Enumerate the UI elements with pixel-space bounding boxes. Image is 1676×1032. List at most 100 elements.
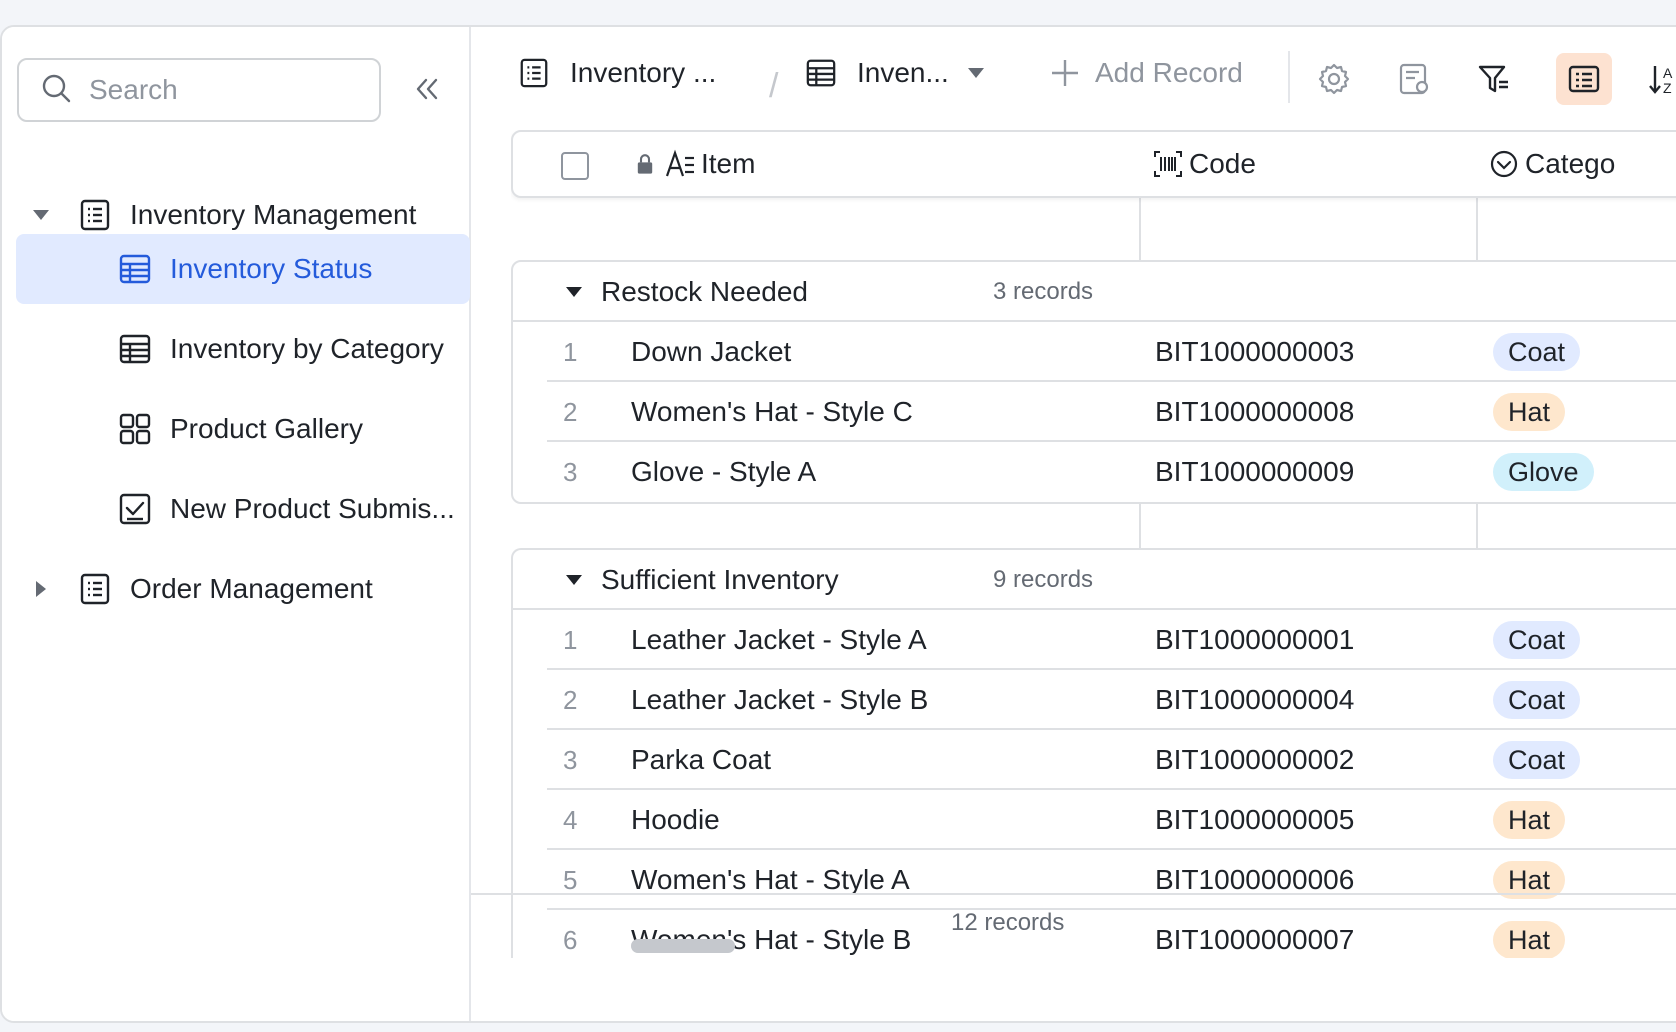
single-select-icon [1489,149,1519,179]
collapse-sidebar-button[interactable] [407,69,447,109]
breadcrumb-separator: / [769,67,779,105]
table-row[interactable]: 2 Women's Hat - Style C BIT1000000008 Hat [513,382,1676,442]
item-cell[interactable]: Hoodie [631,790,720,850]
category-tag[interactable]: Hat [1493,921,1566,958]
item-cell[interactable]: Leather Jacket - Style A [631,610,927,670]
code-cell[interactable]: BIT1000000006 [1155,850,1354,910]
table-row[interactable]: 3 Glove - Style A BIT1000000009 Glove [513,442,1676,502]
sidebar-item-new-product-submission[interactable]: New Product Submis... [118,474,455,544]
toolbar: Inventory ... / Inven... Add Record A Z [471,27,1676,127]
sidebar-item-inventory-by-category[interactable]: Inventory by Category [118,314,444,384]
filter-button[interactable] [1466,53,1522,105]
table-row[interactable]: 5 Women's Hat - Style A BIT1000000006 Hat [513,850,1676,910]
category-tag[interactable]: Hat [1493,801,1566,839]
row-number: 2 [563,684,578,715]
group-title: Restock Needed [601,276,809,307]
barcode-icon [1153,149,1183,179]
category-tag[interactable]: Coat [1493,621,1581,659]
toolbar-divider [1288,51,1290,103]
svg-text:A: A [1663,65,1673,81]
category-tag[interactable]: Glove [1493,453,1594,491]
sidebar-item-label: Inventory Management [130,199,417,230]
horizontal-scrollbar[interactable] [631,939,735,953]
table-row[interactable]: 1 Leather Jacket - Style A BIT1000000001 Co… [513,610,1676,670]
table-icon [118,252,152,286]
item-cell[interactable]: Women's Hat - Style C [631,382,913,442]
column-label: Item [701,148,756,179]
sidebar-item-label: Inventory by Category [170,333,444,364]
category-tag[interactable]: Hat [1493,393,1566,431]
search-icon [41,73,71,108]
form-settings-button[interactable] [1386,53,1442,105]
text-field-icon [665,149,695,179]
sidebar-item-product-gallery[interactable]: Product Gallery [118,394,363,464]
code-cell[interactable]: BIT1000000004 [1155,670,1354,730]
view-selector[interactable]: Inven... [805,57,985,89]
group-button[interactable] [1556,53,1612,105]
row-number: 3 [563,744,578,775]
group-rows: 1 Leather Jacket - Style A BIT1000000001 Co… [513,610,1676,958]
caret-down-icon[interactable] [565,574,583,586]
row-number: 6 [563,924,578,955]
settings-button[interactable] [1306,53,1362,105]
column-header-category[interactable]: Catego [1489,132,1615,196]
caret-down-icon[interactable] [30,209,52,221]
table-row[interactable]: 4 Hoodie BIT1000000005 Hat [513,790,1676,850]
form-check-icon [118,492,152,526]
table-row[interactable]: 1 Down Jacket BIT1000000003 Coat [513,322,1676,382]
code-cell[interactable]: BIT1000000007 [1155,910,1354,958]
sort-button[interactable]: AZ [1636,53,1676,105]
gear-icon [1318,63,1350,95]
item-cell[interactable]: Glove - Style A [631,442,816,502]
table-row[interactable]: 2 Leather Jacket - Style B BIT1000000004 Co… [513,670,1676,730]
group-restock-needed: Restock Needed 3 records 1 Down Jacket BIT… [511,260,1676,504]
group-rows: 1 Down Jacket BIT1000000003 Coat 2 Women's Ha… [513,322,1676,502]
view-name: Inven... [857,57,949,88]
sidebar-item-order-management[interactable]: Order Management [30,554,373,624]
group-header[interactable]: Restock Needed 3 records [513,262,1676,322]
select-all-checkbox[interactable] [561,152,589,180]
item-cell[interactable]: Parka Coat [631,730,771,790]
sidebar-item-label: New Product Submis... [170,493,455,524]
table-name: Inventory ... [570,57,717,88]
footer-divider [471,893,1676,895]
code-cell[interactable]: BIT1000000005 [1155,790,1354,850]
category-tag[interactable]: Coat [1493,681,1581,719]
row-number: 1 [563,336,578,367]
category-tag[interactable]: Coat [1493,333,1581,371]
sort-icon: AZ [1649,65,1673,96]
document-list-icon [78,198,112,232]
group-header[interactable]: Sufficient Inventory 9 records [513,550,1676,610]
item-cell[interactable]: Women's Hat - Style A [631,850,910,910]
code-cell[interactable]: BIT1000000001 [1155,610,1354,670]
app-window: Search Inventory Management Inventory St… [0,25,1676,1023]
item-cell[interactable]: Leather Jacket - Style B [631,670,928,730]
search-input[interactable]: Search [17,58,381,122]
row-number: 3 [563,456,578,487]
caret-down-icon [967,67,985,79]
add-record-button[interactable]: Add Record [1049,57,1243,89]
table-selector[interactable]: Inventory ... [518,57,716,89]
row-number: 1 [563,624,578,655]
table-header: Item Code Catego [511,130,1676,198]
sidebar-item-inventory-status[interactable]: Inventory Status [16,234,470,304]
column-header-code[interactable]: Code [1153,132,1256,196]
group-title: Sufficient Inventory [601,564,839,595]
item-cell[interactable]: Down Jacket [631,322,791,382]
code-cell[interactable]: BIT1000000003 [1155,322,1354,382]
row-number: 5 [563,864,578,895]
column-header-item[interactable]: Item [633,132,755,196]
sidebar-item-label: Product Gallery [170,413,363,444]
table-icon [118,332,152,366]
caret-right-icon[interactable] [30,580,52,598]
table-row[interactable]: 3 Parka Coat BIT1000000002 Coat [513,730,1676,790]
code-cell[interactable]: BIT1000000008 [1155,382,1354,442]
gallery-icon [118,412,152,446]
total-record-count: 12 records [951,909,1065,936]
column-label: Code [1189,148,1256,179]
code-cell[interactable]: BIT1000000009 [1155,442,1354,502]
category-tag[interactable]: Coat [1493,741,1581,779]
column-label: Catego [1525,148,1616,179]
caret-down-icon[interactable] [565,286,583,298]
code-cell[interactable]: BIT1000000002 [1155,730,1354,790]
